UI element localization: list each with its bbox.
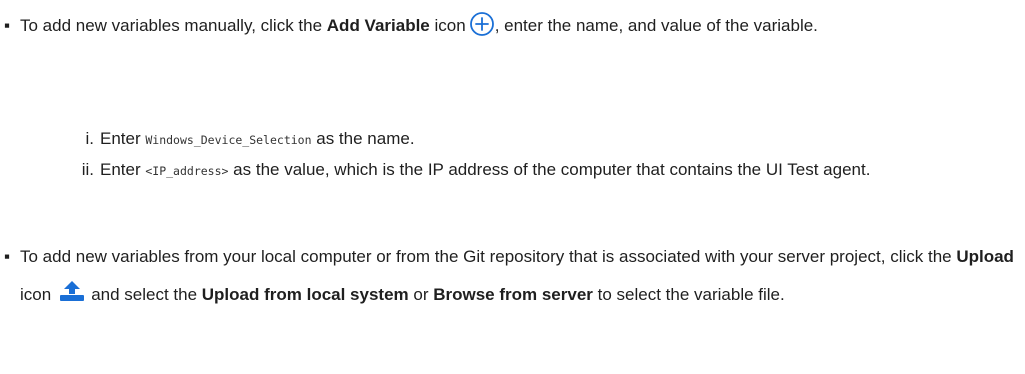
bold-browse-from-server: Browse from server (433, 285, 593, 304)
add-circle-icon (469, 11, 494, 36)
list-item-text: To add new variables from your local com… (20, 247, 1014, 304)
document-body: ▪ To add new variables manually, click t… (0, 0, 1025, 374)
bullet-marker: ▪ (4, 247, 11, 266)
numbered-item-i: i. Enter Windows_Device_Selection as the… (86, 123, 1010, 156)
bold-add-variable: Add Variable (326, 16, 430, 35)
list-item-text: To add new variables manually, click the… (20, 9, 1014, 42)
code-ip-address: <IP_address> (145, 164, 229, 178)
bullet-marker: ▪ (4, 16, 11, 35)
upload-icon (60, 280, 85, 301)
list-item-add-manually: ▪ To add new variables manually, click t… (4, 9, 1014, 42)
code-variable-name: Windows_Device_Selection (145, 133, 312, 147)
list-item-upload: ▪ To add new variables from your local c… (4, 238, 1014, 314)
numbered-item-ii: ii. Enter <IP_address> as the value, whi… (82, 154, 1010, 187)
numbered-marker: ii. (81, 160, 94, 179)
numbered-marker: i. (85, 129, 95, 148)
bold-upload-from-local-system: Upload from local system (201, 285, 409, 304)
bold-upload: Upload (956, 247, 1014, 266)
